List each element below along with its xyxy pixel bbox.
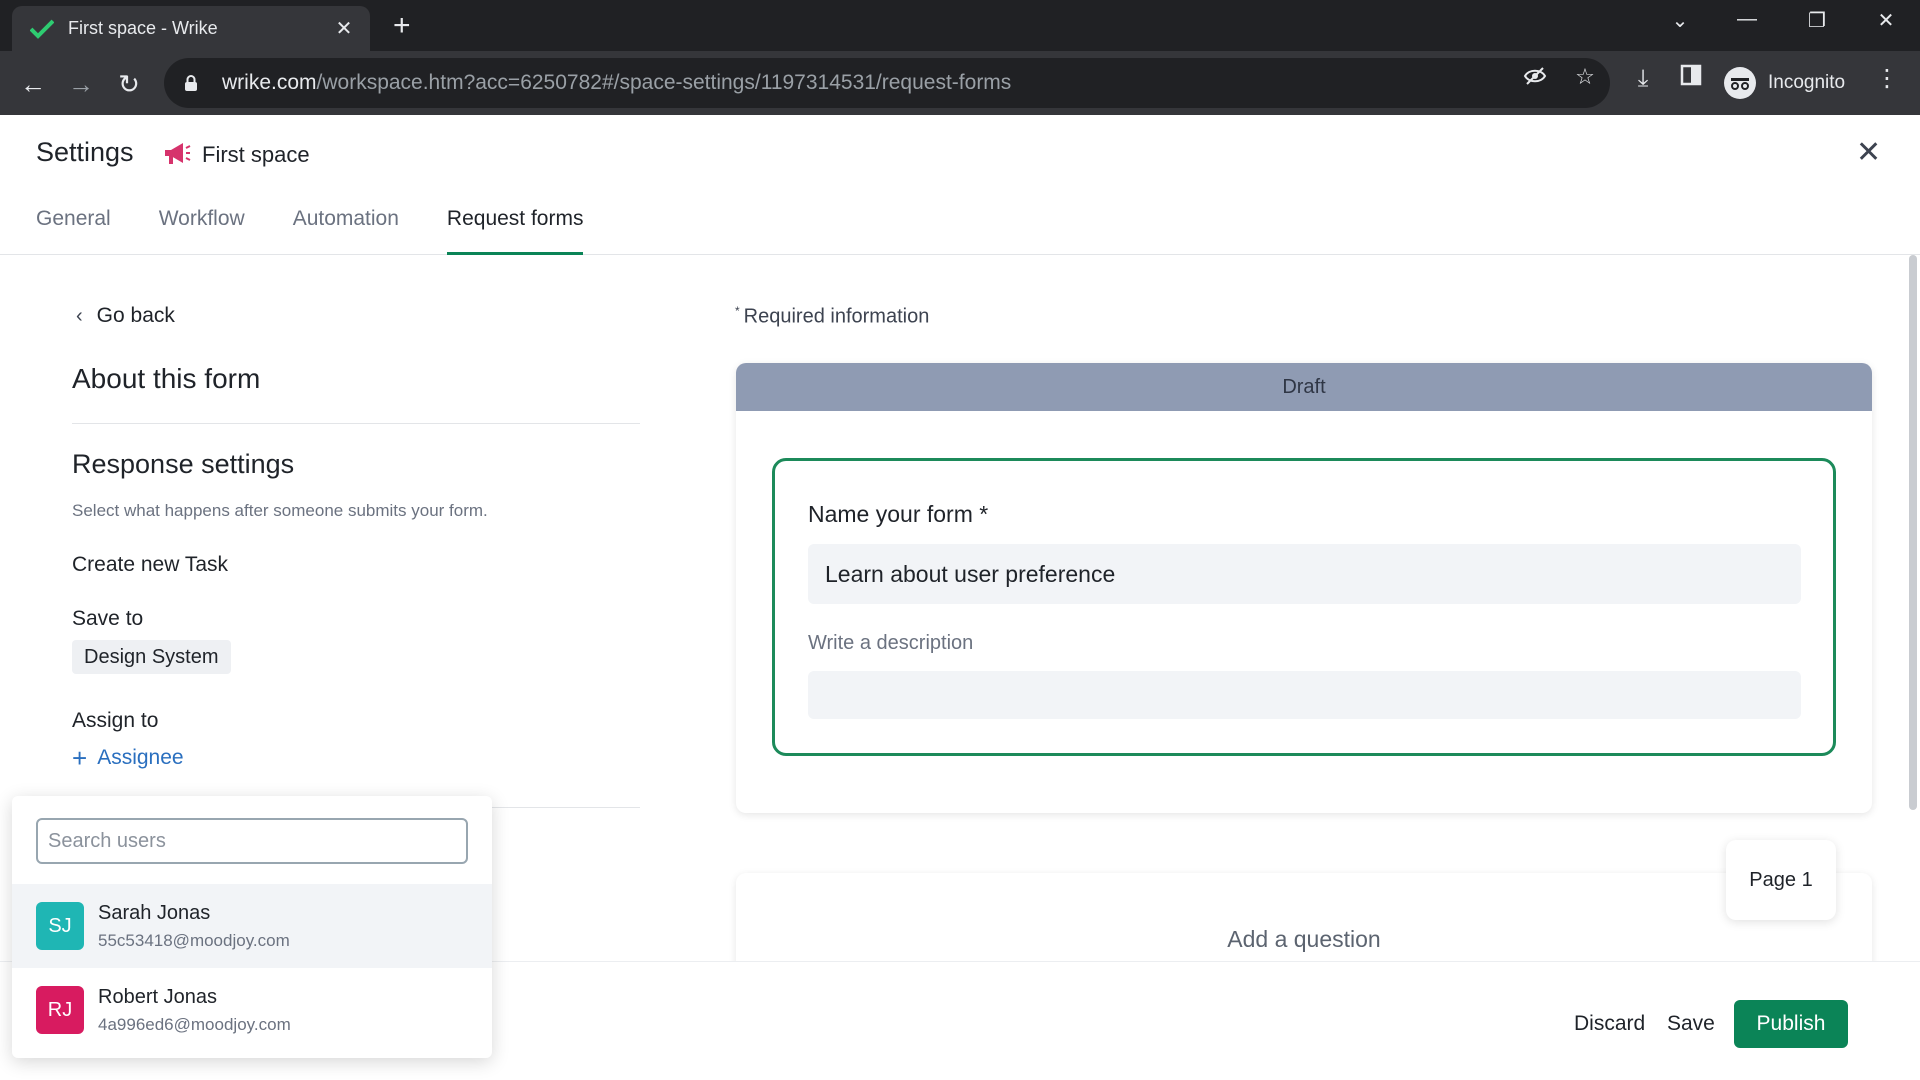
avatar: SJ: [36, 902, 84, 950]
user-option-robert-jonas[interactable]: RJ Robert Jonas 4a996ed6@moodjoy.com: [12, 968, 492, 1052]
save-button[interactable]: Save: [1667, 1012, 1715, 1036]
incognito-profile[interactable]: Incognito: [1724, 64, 1845, 102]
add-question-button[interactable]: Add a question: [736, 926, 1872, 953]
publish-button[interactable]: Publish: [1734, 1000, 1848, 1048]
tab-automation[interactable]: Automation: [293, 207, 399, 255]
save-to-label: Save to: [72, 607, 144, 630]
save-to-location-chip[interactable]: Design System: [72, 640, 231, 674]
browser-menu-icon[interactable]: ⋮: [1872, 64, 1902, 94]
url-text: wrike.com/workspace.htm?acc=6250782#/spa…: [222, 71, 1012, 94]
wrike-checkmark-icon: [30, 17, 54, 41]
assignee-label: Assignee: [97, 746, 184, 769]
window-close-icon[interactable]: ✕: [1866, 8, 1906, 33]
restore-icon[interactable]: ❐: [1797, 8, 1837, 33]
tab-workflow[interactable]: Workflow: [159, 207, 245, 255]
form-title-block[interactable]: Name your form * Write a description: [772, 458, 1836, 756]
tab-search-icon[interactable]: ⌄: [1660, 8, 1700, 33]
tab-close-icon[interactable]: ✕: [332, 16, 356, 41]
assignee-dropdown: SJ Sarah Jonas 55c53418@moodjoy.com RJ R…: [12, 796, 492, 1058]
discard-button[interactable]: Discard: [1574, 1012, 1645, 1036]
profile-label: Incognito: [1768, 72, 1846, 93]
chevron-left-icon: ‹: [76, 304, 83, 327]
scrollbar[interactable]: [1909, 255, 1917, 810]
back-icon[interactable]: ←: [16, 67, 50, 101]
tab-title: First space - Wrike: [68, 18, 218, 38]
minimize-icon[interactable]: —: [1727, 8, 1767, 31]
form-name-input[interactable]: [808, 544, 1801, 604]
go-back-link[interactable]: ‹ Go back: [76, 304, 175, 328]
form-name-label: Name your form *: [808, 501, 989, 527]
response-settings-heading: Response settings: [72, 449, 295, 479]
assign-to-label: Assign to: [72, 709, 159, 732]
required-info-note: * Required information: [735, 304, 930, 328]
about-form-heading: About this form: [72, 363, 261, 394]
user-email: 55c53418@moodjoy.com: [98, 930, 290, 950]
go-back-label: Go back: [96, 304, 175, 327]
avatar: RJ: [36, 986, 84, 1034]
eye-off-icon[interactable]: [1522, 64, 1548, 90]
tab-general[interactable]: General: [36, 207, 111, 255]
browser-tab[interactable]: First space - Wrike ✕: [12, 6, 370, 51]
draft-status-bar: Draft: [736, 363, 1872, 411]
response-settings-description: Select what happens after someone submit…: [72, 501, 488, 520]
user-email: 4a996ed6@moodjoy.com: [98, 1014, 291, 1034]
download-icon[interactable]: ⤓: [1628, 64, 1658, 94]
address-bar[interactable]: wrike.com/workspace.htm?acc=6250782#/spa…: [164, 58, 1610, 108]
create-task-label: Create new Task: [72, 553, 229, 576]
reload-icon[interactable]: ↻: [112, 67, 146, 101]
plus-icon: +: [72, 743, 88, 773]
close-settings-icon[interactable]: ✕: [1856, 135, 1881, 170]
lock-icon: [182, 74, 200, 92]
megaphone-icon: [162, 139, 192, 169]
new-tab-icon[interactable]: +: [393, 11, 411, 41]
browser-toolbar: ← → ↻ wrike.com/workspace.htm?acc=625078…: [0, 51, 1920, 115]
user-option-sarah-jonas[interactable]: SJ Sarah Jonas 55c53418@moodjoy.com: [12, 884, 492, 968]
tab-request-forms[interactable]: Request forms: [446, 207, 583, 255]
form-description-label: Write a description: [808, 632, 974, 654]
side-panel-icon[interactable]: [1676, 64, 1706, 94]
forward-icon[interactable]: →: [64, 67, 98, 101]
user-name: Robert Jonas: [98, 985, 217, 1008]
page-title: Settings: [36, 137, 134, 167]
page-indicator[interactable]: Page 1: [1726, 840, 1836, 920]
incognito-icon: [1724, 67, 1756, 99]
space-name: First space: [202, 142, 310, 167]
browser-tab-bar: First space - Wrike ✕ + ⌄ — ❐ ✕: [0, 0, 1920, 51]
form-preview-card: Draft Name your form * Write a descripti…: [736, 363, 1872, 813]
bookmark-star-icon[interactable]: ☆: [1572, 64, 1598, 90]
divider: [72, 423, 640, 424]
form-description-input[interactable]: [808, 671, 1801, 719]
add-assignee-button[interactable]: + Assignee: [72, 743, 184, 773]
settings-header: Settings First space ✕ General Workflow …: [0, 115, 1920, 255]
user-name: Sarah Jonas: [98, 901, 211, 924]
search-users-input[interactable]: [36, 818, 468, 864]
settings-tabs: General Workflow Automation Request form…: [36, 207, 631, 255]
